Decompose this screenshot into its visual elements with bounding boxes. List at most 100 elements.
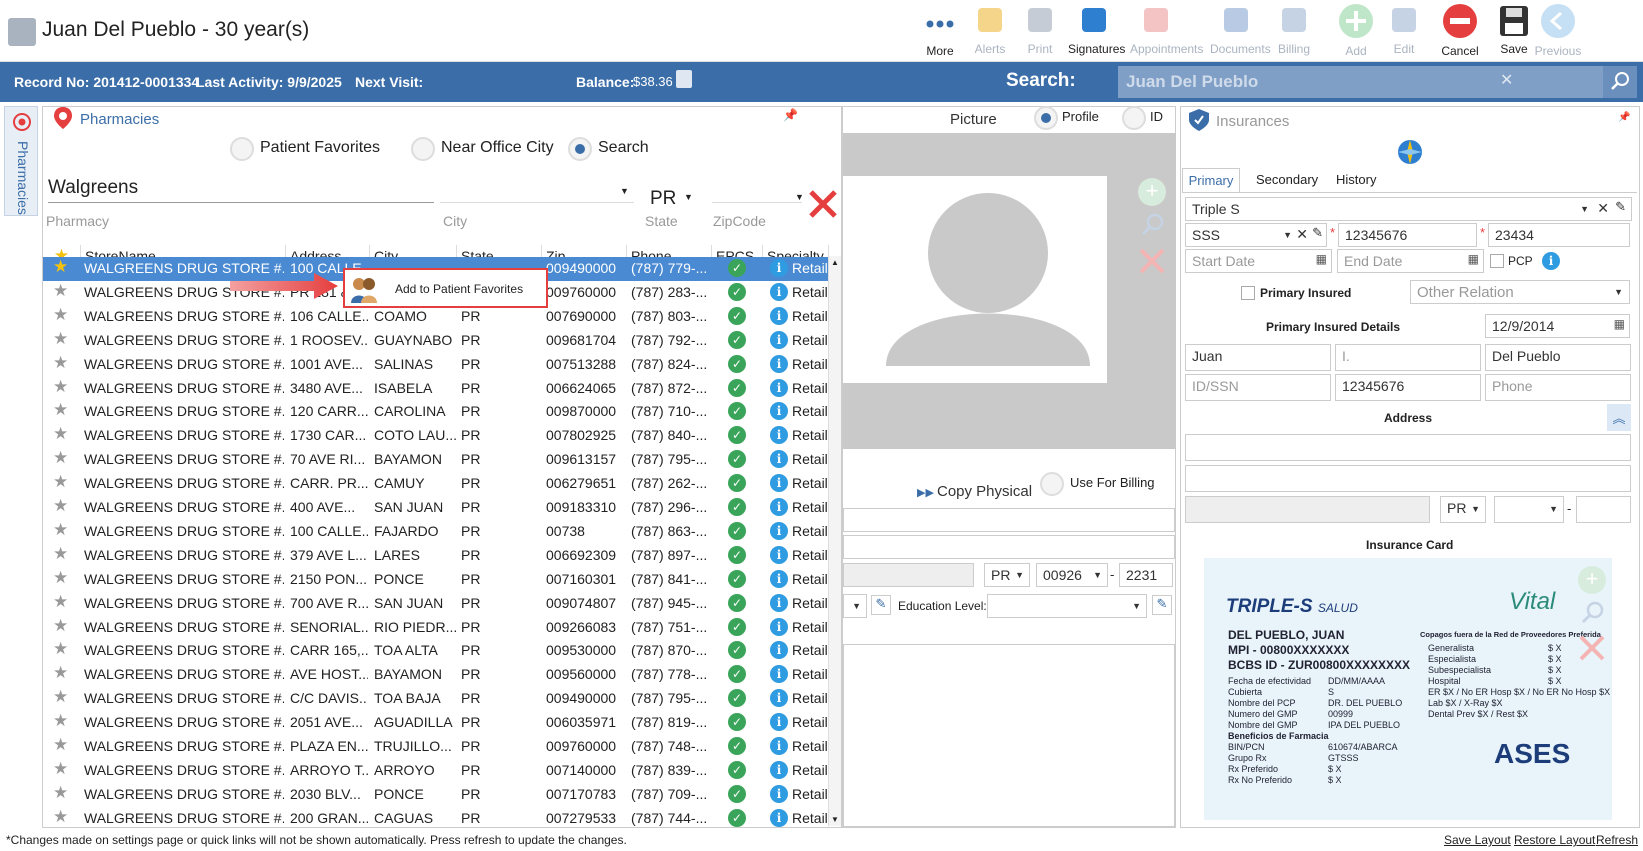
restore-layout-link[interactable]: Restore Layout bbox=[1514, 833, 1595, 847]
table-row[interactable]: ★ WALGREENS DRUG STORE #... 106 CALLE... CO… bbox=[43, 305, 828, 329]
id-ssn-input[interactable]: ID/SSN bbox=[1185, 374, 1331, 401]
refresh-link[interactable]: Refresh bbox=[1596, 833, 1638, 847]
table-row[interactable]: ★ WALGREENS DRUG STORE #... AVE HOST... BAY… bbox=[43, 663, 828, 687]
table-row[interactable]: ★ WALGREENS DRUG STORE #... CARR 165,... TO… bbox=[43, 639, 828, 663]
edit-pencil-icon[interactable]: ✎ bbox=[1152, 595, 1172, 615]
table-row[interactable]: ★ WALGREENS DRUG STORE #... CARR. PR... CAM… bbox=[43, 472, 828, 496]
star-icon[interactable]: ★ bbox=[53, 568, 68, 588]
toolbar-button-cancel[interactable]: Cancel bbox=[1434, 4, 1486, 58]
radio-search[interactable]: Search bbox=[568, 137, 649, 161]
collapse-address-icon[interactable]: ︽ bbox=[1607, 404, 1631, 431]
member-id-input[interactable]: 12345676 bbox=[1338, 223, 1477, 247]
zipcode-input[interactable] bbox=[712, 177, 802, 203]
table-row[interactable]: ★ WALGREENS DRUG STORE #... 2150 PON... PON… bbox=[43, 568, 828, 592]
toolbar-button-alerts[interactable]: Alerts bbox=[964, 4, 1016, 56]
table-row[interactable]: ★ WALGREENS DRUG STORE #... SENORIAL... RIO… bbox=[43, 616, 828, 640]
specialty-info-icon[interactable]: i bbox=[770, 713, 788, 732]
radio-id[interactable]: ID bbox=[1122, 106, 1163, 130]
toolbar-button-signatures[interactable]: Signatures bbox=[1068, 4, 1125, 56]
specialty-info-icon[interactable]: i bbox=[770, 808, 788, 827]
star-icon[interactable]: ★ bbox=[53, 592, 68, 612]
specialty-info-icon[interactable]: i bbox=[770, 474, 788, 493]
notes-area[interactable] bbox=[843, 644, 1175, 827]
balance-icon[interactable] bbox=[676, 70, 692, 88]
state-dropdown-icon[interactable]: ▼ bbox=[684, 192, 693, 202]
specialty-info-icon[interactable]: i bbox=[770, 521, 788, 540]
insured-zip-ext-input[interactable] bbox=[1576, 496, 1631, 523]
delete-photo-icon[interactable] bbox=[1138, 247, 1166, 275]
clear-icon[interactable]: ✕ bbox=[1296, 226, 1308, 243]
copy-physical-button[interactable]: ▶▶ Copy Physical bbox=[917, 483, 1032, 500]
save-layout-link[interactable]: Save Layout bbox=[1444, 833, 1511, 847]
radio-profile[interactable]: Profile bbox=[1034, 106, 1099, 130]
specialty-info-icon[interactable]: i bbox=[770, 593, 788, 612]
star-icon[interactable]: ★ bbox=[53, 783, 68, 803]
star-icon[interactable]: ★ bbox=[53, 281, 68, 301]
table-row[interactable]: ★ WALGREENS DRUG STORE #... 2030 BLV... PON… bbox=[43, 783, 828, 807]
start-date-input[interactable]: Start Date ▦ bbox=[1185, 249, 1332, 273]
address-line-1-input[interactable] bbox=[843, 508, 1175, 532]
table-row[interactable]: ★ WALGREENS DRUG STORE #... 1730 CAR... COT… bbox=[43, 424, 828, 448]
insured-address-2-input[interactable] bbox=[1185, 465, 1631, 492]
edit-pencil-icon[interactable]: ✎ bbox=[871, 595, 891, 615]
add-to-patient-favorites-item[interactable]: Add to Patient Favorites bbox=[395, 282, 523, 296]
primary-insured-checkbox[interactable] bbox=[1241, 286, 1255, 300]
zip-ext-input[interactable]: 2231 bbox=[1119, 563, 1173, 587]
star-icon[interactable]: ★ bbox=[53, 329, 68, 349]
toolbar-button-billing[interactable]: Billing bbox=[1268, 4, 1320, 56]
favorite-star-icon[interactable]: ★ bbox=[53, 257, 68, 277]
phone-input[interactable]: Phone bbox=[1485, 374, 1631, 401]
star-icon[interactable]: ★ bbox=[53, 544, 68, 564]
star-icon[interactable]: ★ bbox=[53, 807, 68, 827]
pin-icon[interactable]: 📌 bbox=[1618, 112, 1630, 123]
add-photo-icon[interactable]: + bbox=[1138, 178, 1166, 206]
specialty-info-icon[interactable]: i bbox=[770, 689, 788, 708]
pcp-checkbox[interactable] bbox=[1490, 254, 1504, 268]
specialty-info-icon[interactable]: i bbox=[770, 259, 788, 277]
clear-search-icon[interactable]: ✕ bbox=[1500, 70, 1513, 90]
specialty-info-icon[interactable]: i bbox=[770, 378, 788, 397]
toolbar-button-previous[interactable]: Previous bbox=[1532, 4, 1584, 58]
pharmacy-name-input[interactable]: Walgreens bbox=[48, 177, 434, 203]
table-row[interactable]: ★ WALGREENS DRUG STORE #... 700 AVE R... SA… bbox=[43, 592, 828, 616]
star-icon[interactable]: ★ bbox=[53, 353, 68, 373]
clear-icon[interactable]: ✕ bbox=[1597, 200, 1609, 217]
star-icon[interactable]: ★ bbox=[53, 305, 68, 325]
specialty-info-icon[interactable]: i bbox=[770, 450, 788, 469]
specialty-info-icon[interactable]: i bbox=[770, 569, 788, 588]
star-icon[interactable]: ★ bbox=[53, 400, 68, 420]
edit-pencil-icon[interactable]: ✎ bbox=[1312, 225, 1323, 241]
state-select[interactable]: PR bbox=[650, 188, 676, 210]
toolbar-button-add[interactable]: Add bbox=[1330, 4, 1382, 58]
table-row[interactable]: ★ WALGREENS DRUG STORE #... 2051 AVE... AGU… bbox=[43, 711, 828, 735]
toolbar-button-appointments[interactable]: Appointments bbox=[1130, 4, 1203, 56]
toolbar-button-edit[interactable]: Edit bbox=[1378, 4, 1430, 56]
education-level-select[interactable]: ▼ bbox=[987, 594, 1147, 618]
specialty-info-icon[interactable]: i bbox=[770, 354, 788, 373]
star-icon[interactable]: ★ bbox=[53, 472, 68, 492]
star-icon[interactable]: ★ bbox=[53, 711, 68, 731]
table-row[interactable]: ★ WALGREENS DRUG STORE #... 1 ROOSEV... GUA… bbox=[43, 329, 828, 353]
address-line-2-input[interactable] bbox=[843, 535, 1175, 559]
specialty-info-icon[interactable]: i bbox=[770, 784, 788, 803]
toolbar-button-documents[interactable]: Documents bbox=[1210, 4, 1271, 56]
zipcode-dropdown-icon[interactable]: ▼ bbox=[795, 192, 804, 202]
prior-select[interactable]: ▼ bbox=[843, 594, 867, 618]
specialty-info-icon[interactable]: i bbox=[770, 617, 788, 636]
pcp-info-icon[interactable]: i bbox=[1542, 252, 1560, 270]
tab-primary[interactable]: Primary bbox=[1182, 168, 1240, 192]
dob-input[interactable]: 12/9/2014 ▦ bbox=[1485, 314, 1630, 338]
use-for-billing-toggle[interactable]: Use For Billing bbox=[1040, 472, 1155, 496]
specialty-info-icon[interactable]: i bbox=[770, 665, 788, 684]
table-scrollbar[interactable]: ▲ ▼ bbox=[828, 256, 841, 826]
city-input[interactable] bbox=[440, 177, 634, 203]
star-icon[interactable]: ★ bbox=[53, 520, 68, 540]
calendar-icon[interactable]: ▦ bbox=[1316, 252, 1327, 266]
specialty-info-icon[interactable]: i bbox=[770, 426, 788, 445]
star-icon[interactable]: ★ bbox=[53, 639, 68, 659]
specialty-info-icon[interactable]: i bbox=[770, 737, 788, 755]
tab-secondary[interactable]: Secondary bbox=[1256, 172, 1318, 187]
table-row[interactable]: ★ WALGREENS DRUG STORE #... C/C DAVIS... TO… bbox=[43, 687, 828, 711]
insured-zip-select[interactable]: ▼ bbox=[1494, 496, 1564, 523]
search-input[interactable]: Juan Del Pueblo bbox=[1118, 66, 1603, 98]
